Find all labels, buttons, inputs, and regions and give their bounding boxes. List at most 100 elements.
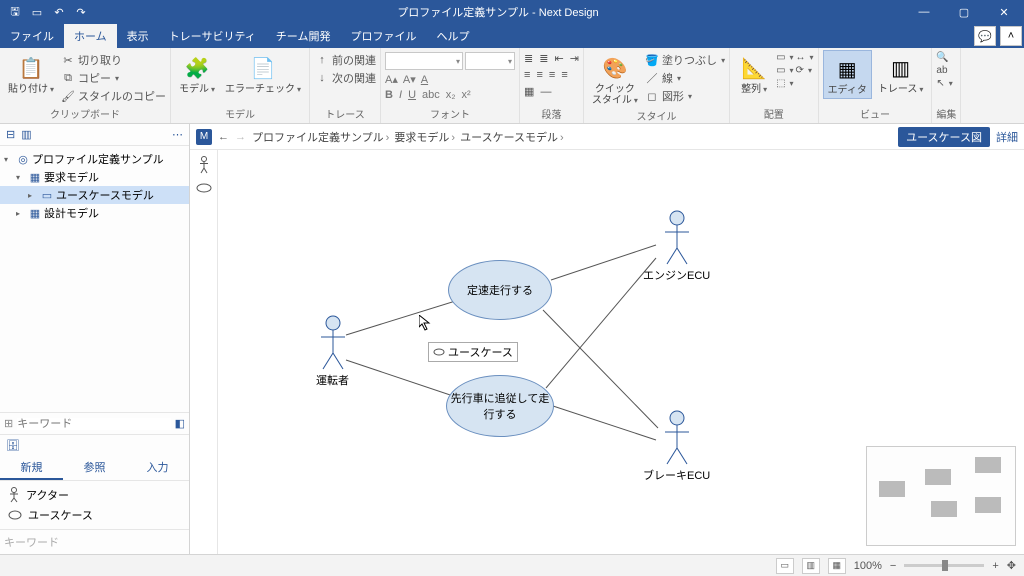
tree-usecase[interactable]: ▸▭ユースケースモデル xyxy=(0,186,189,204)
align-button[interactable]: 📐整列 xyxy=(734,50,774,97)
font-size-select[interactable] xyxy=(465,52,515,70)
btab-ref[interactable]: 参照 xyxy=(63,456,126,480)
fit-icon[interactable]: ✥ xyxy=(1007,559,1016,572)
cut-button[interactable]: ✂切り取り xyxy=(60,52,166,68)
tree-root[interactable]: ▾◎プロファイル定義サンプル xyxy=(0,150,189,168)
tree-collapse-icon[interactable]: ⊟ xyxy=(6,128,15,141)
actor-engine-ecu[interactable]: エンジンECU xyxy=(643,210,710,283)
trace-view-button[interactable]: ▥トレース xyxy=(874,50,928,97)
stylecopy-button[interactable]: 🖌スタイルのコピー xyxy=(60,88,166,104)
tab-home[interactable]: ホーム xyxy=(64,24,117,48)
errorcheck-button[interactable]: 📄エラーチェック xyxy=(221,50,305,97)
detail-link[interactable]: 詳細 xyxy=(996,129,1018,145)
tree-search-input[interactable] xyxy=(17,418,170,430)
italic-icon[interactable]: I xyxy=(399,89,402,101)
btab-new[interactable]: 新規 xyxy=(0,456,63,480)
group-paragraph: 段落 xyxy=(524,106,579,123)
tool-usecase[interactable] xyxy=(196,183,212,196)
send-back-icon[interactable]: ▭ xyxy=(776,65,793,76)
view-mode-1[interactable]: ▭ xyxy=(776,558,794,574)
fill-button[interactable]: 🪣塗りつぶし xyxy=(644,52,725,68)
group-icon[interactable]: ⬚ xyxy=(776,78,793,89)
usecase-follow[interactable]: 先行車に追従して走 行する xyxy=(446,375,554,437)
close-button[interactable]: ✕ xyxy=(984,0,1024,24)
nav-back-icon[interactable]: ← xyxy=(218,131,229,143)
find-icon[interactable]: 🔍 xyxy=(936,52,952,63)
minimap[interactable] xyxy=(866,446,1016,546)
keyword-input[interactable]: キーワード xyxy=(0,529,189,554)
size-icon[interactable]: ↔ xyxy=(796,52,814,63)
search-tag-icon[interactable]: ⊞ xyxy=(4,417,13,430)
paste-button[interactable]: 📋 貼り付け xyxy=(4,50,58,97)
sup-icon[interactable]: x² xyxy=(462,89,471,101)
outdent-icon[interactable]: ⇤ xyxy=(554,52,563,65)
view-pill[interactable]: ユースケース図 xyxy=(898,127,990,147)
underline-icon[interactable]: U xyxy=(408,89,416,101)
tab-profile[interactable]: プロファイル xyxy=(340,24,426,48)
tab-team[interactable]: チーム開発 xyxy=(266,24,341,48)
nav-forward-icon[interactable]: → xyxy=(235,131,246,143)
line-button[interactable]: ／線 xyxy=(644,70,725,86)
bold-icon[interactable]: B xyxy=(385,89,393,101)
view-mode-2[interactable]: ▥ xyxy=(802,558,820,574)
zoom-in-icon[interactable]: + xyxy=(992,560,998,572)
tab-file[interactable]: ファイル xyxy=(0,24,64,48)
search-filter-icon[interactable]: ◧ xyxy=(175,417,185,430)
rotate-icon[interactable]: ⟳ xyxy=(796,65,814,76)
sub-icon[interactable]: x₂ xyxy=(446,89,456,101)
strike-icon[interactable]: abc xyxy=(422,89,440,101)
tab-traceability[interactable]: トレーサビリティ xyxy=(159,24,266,48)
prev-relation-button[interactable]: ↑前の関連 xyxy=(314,52,376,68)
shape-button[interactable]: ◻図形 xyxy=(644,88,725,104)
copy-button[interactable]: ⧉コピー xyxy=(60,70,166,86)
numbering-icon[interactable]: ≣ xyxy=(539,52,548,65)
editor-button[interactable]: ▦エディタ xyxy=(823,50,872,99)
collapse-ribbon-icon[interactable]: ˄ xyxy=(1000,26,1022,46)
bring-front-icon[interactable]: ▭ xyxy=(776,52,793,63)
tree-menu-icon[interactable]: ⋯ xyxy=(172,128,183,141)
tooltip-usecase: ユースケース xyxy=(428,342,518,362)
hr-icon[interactable]: — xyxy=(540,86,551,98)
font-family-select[interactable] xyxy=(385,52,463,70)
palette-actor[interactable]: アクター xyxy=(8,485,181,505)
undo-icon[interactable]: ↶ xyxy=(48,0,70,24)
tree-filter-icon[interactable]: ▥ xyxy=(21,128,31,141)
tree-req[interactable]: ▾▦要求モデル xyxy=(0,168,189,186)
diagram-canvas[interactable]: 運転者 エンジンECU ブレーキECU 定速走行する 先行車に追従して走 行する… xyxy=(218,150,1024,554)
btab-input[interactable]: 入力 xyxy=(126,456,189,480)
next-relation-button[interactable]: ↓次の関連 xyxy=(314,70,376,86)
align-left-icon[interactable]: ≡ xyxy=(524,69,530,81)
help-flag-icon[interactable]: 💬 xyxy=(974,26,996,46)
palette-usecase[interactable]: ユースケース xyxy=(8,505,181,525)
tab-help[interactable]: ヘルプ xyxy=(426,24,479,48)
maximize-button[interactable]: ▢ xyxy=(944,0,984,24)
select-icon[interactable]: ↖ xyxy=(936,78,952,89)
font-color-icon[interactable]: A xyxy=(421,74,428,86)
align-right-icon[interactable]: ≡ xyxy=(549,69,555,81)
minimize-button[interactable]: — xyxy=(904,0,944,24)
align-center-icon[interactable]: ≡ xyxy=(536,69,542,81)
tool-actor[interactable] xyxy=(198,156,210,177)
tab-view[interactable]: 表示 xyxy=(117,24,159,48)
quickstyle-button[interactable]: 🎨クイック スタイル xyxy=(588,50,642,108)
redo-icon[interactable]: ↷ xyxy=(70,0,92,24)
group-clipboard: クリップボード xyxy=(4,106,166,123)
save-icon[interactable]: 🖫 xyxy=(4,0,26,24)
tree-design[interactable]: ▸▦設計モデル xyxy=(0,204,189,222)
new-icon[interactable]: ▭ xyxy=(26,0,48,24)
replace-icon[interactable]: ab xyxy=(936,65,952,76)
justify-icon[interactable]: ≡ xyxy=(561,69,567,81)
increase-font-icon[interactable]: A▴ xyxy=(385,73,398,86)
model-button[interactable]: 🧩モデル xyxy=(175,50,219,97)
actor-brake-ecu[interactable]: ブレーキECU xyxy=(643,410,710,483)
bullets-icon[interactable]: ≣ xyxy=(524,52,533,65)
decrease-font-icon[interactable]: A▾ xyxy=(403,73,416,86)
breadcrumb[interactable]: プロファイル定義サンプル› 要求モデル› ユースケースモデル› xyxy=(252,129,566,145)
actor-driver[interactable]: 運転者 xyxy=(316,315,349,388)
zoom-slider[interactable] xyxy=(904,564,984,567)
usecase-constant-speed[interactable]: 定速走行する xyxy=(448,260,552,320)
zoom-out-icon[interactable]: − xyxy=(890,560,896,572)
view-mode-3[interactable]: ▦ xyxy=(828,558,846,574)
indent-icon[interactable]: ⇥ xyxy=(570,52,579,65)
table-icon[interactable]: ▦ xyxy=(524,85,534,98)
